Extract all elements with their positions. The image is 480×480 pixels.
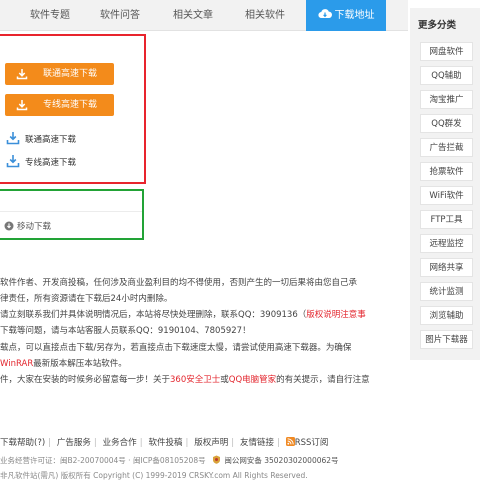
tab-bar: 软件专题 软件问答 相关文章 相关软件 下载地址 (0, 0, 408, 31)
tab-software-topics[interactable]: 软件专题 (20, 0, 80, 31)
category-browser-helper[interactable]: 浏览辅助 (420, 306, 473, 325)
category-ad-block[interactable]: 广告拦截 (420, 138, 473, 157)
note-text: 的有关提示，请自行注意 (276, 375, 370, 385)
ad-service-link[interactable]: 广告服务 (57, 438, 91, 448)
more-categories-sidebar: 更多分类 网盘软件 QQ辅助 淘宝推广 QQ群发 广告拦截 抢票软件 WiFi软… (410, 8, 480, 360)
tab-label: 相关文章 (173, 10, 213, 21)
footer-copyright-row: 非凡软件站(需凡) 版权所有 Copyright (C) 1999-2019 C… (0, 470, 308, 480)
sidebar-title: 更多分类 (418, 20, 457, 31)
link-label: 专线高速下载 (25, 158, 77, 168)
note-line: 载点，可以直接点击下载/另存为，若直接点击下载速度太慢，请尝试使用高速下载器。为… (0, 343, 352, 353)
separator: | (48, 438, 52, 448)
note-text: 请立刻联系我们并具体说明情况后，本站将尽快处理删除，联系QQ：3909136（ (0, 310, 307, 320)
note-line: 律责任，所有资源请在下载后24小时内删除。 (0, 294, 173, 304)
rss-subscribe-link[interactable]: RSS订阅 (295, 438, 329, 448)
tab-related-software[interactable]: 相关软件 (234, 0, 296, 31)
friend-links-link[interactable]: 友情链接 (240, 438, 274, 448)
divider (0, 211, 142, 212)
qq-pc-manager-link[interactable]: QQ电脑管家 (229, 375, 276, 385)
download-help-link[interactable]: 下载帮助(?) (0, 438, 45, 448)
copyright-notice-link[interactable]: 版权说明注意事 (306, 310, 366, 320)
note-text: 最新版本解压本站软件。 (33, 359, 127, 369)
footer-links: 下载帮助(?) | 广告服务 | 业务合作 | 软件投稿 | 版权声明 | 友情链接 | R… (0, 436, 328, 448)
unicom-highspeed-download-button[interactable]: 联通高速下载 (5, 63, 114, 85)
download-links-box: 联通高速下载 专线高速下载 联通高速下载 专线高速下载 (0, 34, 146, 184)
note-line: 请立刻联系我们并具体说明情况后，本站将尽快处理删除，联系QQ：3909136（版… (0, 308, 366, 320)
police-badge-icon (213, 455, 221, 464)
download-tray-icon (6, 132, 20, 145)
category-remote-monitor[interactable]: 远程监控 (420, 234, 473, 253)
button-label: 专线高速下载 (43, 100, 98, 110)
category-taobao-promotion[interactable]: 淘宝推广 (420, 90, 473, 109)
category-ticket-grabbing[interactable]: 抢票软件 (420, 162, 473, 181)
copyright-statement-link[interactable]: 版权声明 (194, 438, 228, 448)
category-statistics[interactable]: 统计监测 (420, 282, 473, 301)
business-license-text[interactable]: 业务经营许可证：闽B2-20070004号 · 闽ICP备08105208号 (0, 456, 206, 465)
tab-related-articles[interactable]: 相关文章 (162, 0, 224, 31)
button-label: 联通高速下载 (43, 69, 98, 79)
tab-download-address[interactable]: 下载地址 (306, 0, 386, 31)
download-arrow-icon (16, 100, 28, 111)
dedicated-highspeed-download-button[interactable]: 专线高速下载 (5, 94, 114, 116)
note-text: 件，大家在安装的时候务必留意每一步！关于 (0, 375, 171, 385)
category-ftp[interactable]: FTP工具 (420, 210, 473, 229)
separator: | (139, 438, 143, 448)
mobile-download-box: 移动下载 (0, 189, 144, 240)
software-submit-link[interactable]: 软件投稿 (148, 438, 182, 448)
business-cooperation-link[interactable]: 业务合作 (103, 438, 137, 448)
copyright-text: 非凡软件站(需凡) 版权所有 Copyright (C) 1999-2019 C… (0, 471, 308, 480)
category-qq-helper[interactable]: QQ辅助 (420, 66, 473, 85)
separator: | (276, 438, 280, 448)
tab-label: 下载地址 (334, 10, 375, 21)
dedicated-download-link[interactable]: 专线高速下载 (6, 154, 76, 168)
download-tray-icon (6, 155, 20, 168)
link-label: 联通高速下载 (25, 135, 77, 145)
category-image-downloader[interactable]: 图片下载器 (420, 330, 473, 349)
tab-label: 软件专题 (30, 10, 70, 21)
category-wifi[interactable]: WiFi软件 (420, 186, 473, 205)
note-line: 软件作者、开发商投稿，任何涉及商业盈利目的均不得使用，否则产生的一切后果将由您自… (0, 278, 358, 288)
footer-license-row: 业务经营许可证：闽B2-20070004号 · 闽ICP备08105208号 闽… (0, 455, 339, 466)
separator: | (231, 438, 235, 448)
link-label: 移动下载 (17, 222, 52, 232)
separator: | (185, 438, 189, 448)
mobile-download-icon (4, 221, 14, 231)
winrar-link[interactable]: WinRAR (0, 359, 33, 369)
unicom-download-link[interactable]: 联通高速下载 (6, 131, 76, 145)
tab-label: 软件问答 (100, 10, 140, 21)
category-cloud-drive[interactable]: 网盘软件 (420, 42, 473, 61)
separator: | (93, 438, 97, 448)
tab-software-qa[interactable]: 软件问答 (90, 0, 150, 31)
note-line: 下载等问题，请与本站客服人员联系QQ：9190104、7805927！ (0, 326, 251, 336)
tab-label: 相关软件 (245, 10, 285, 21)
police-record-text[interactable]: 闽公网安备 35020302000062号 (224, 456, 338, 465)
category-qq-group-send[interactable]: QQ群发 (420, 114, 473, 133)
note-line: WinRAR最新版本解压本站软件。 (0, 357, 127, 369)
download-arrow-icon (16, 69, 28, 80)
rss-icon (285, 437, 295, 446)
note-text: 或 (220, 375, 229, 385)
category-network-share[interactable]: 网络共享 (420, 258, 473, 277)
note-line: 件，大家在安装的时候务必留意每一步！关于360安全卫士或QQ电脑管家的有关提示，… (0, 373, 370, 385)
mobile-download-link[interactable]: 移动下载 (4, 220, 51, 232)
360-safe-link[interactable]: 360安全卫士 (170, 375, 220, 385)
cloud-download-icon (317, 9, 332, 19)
